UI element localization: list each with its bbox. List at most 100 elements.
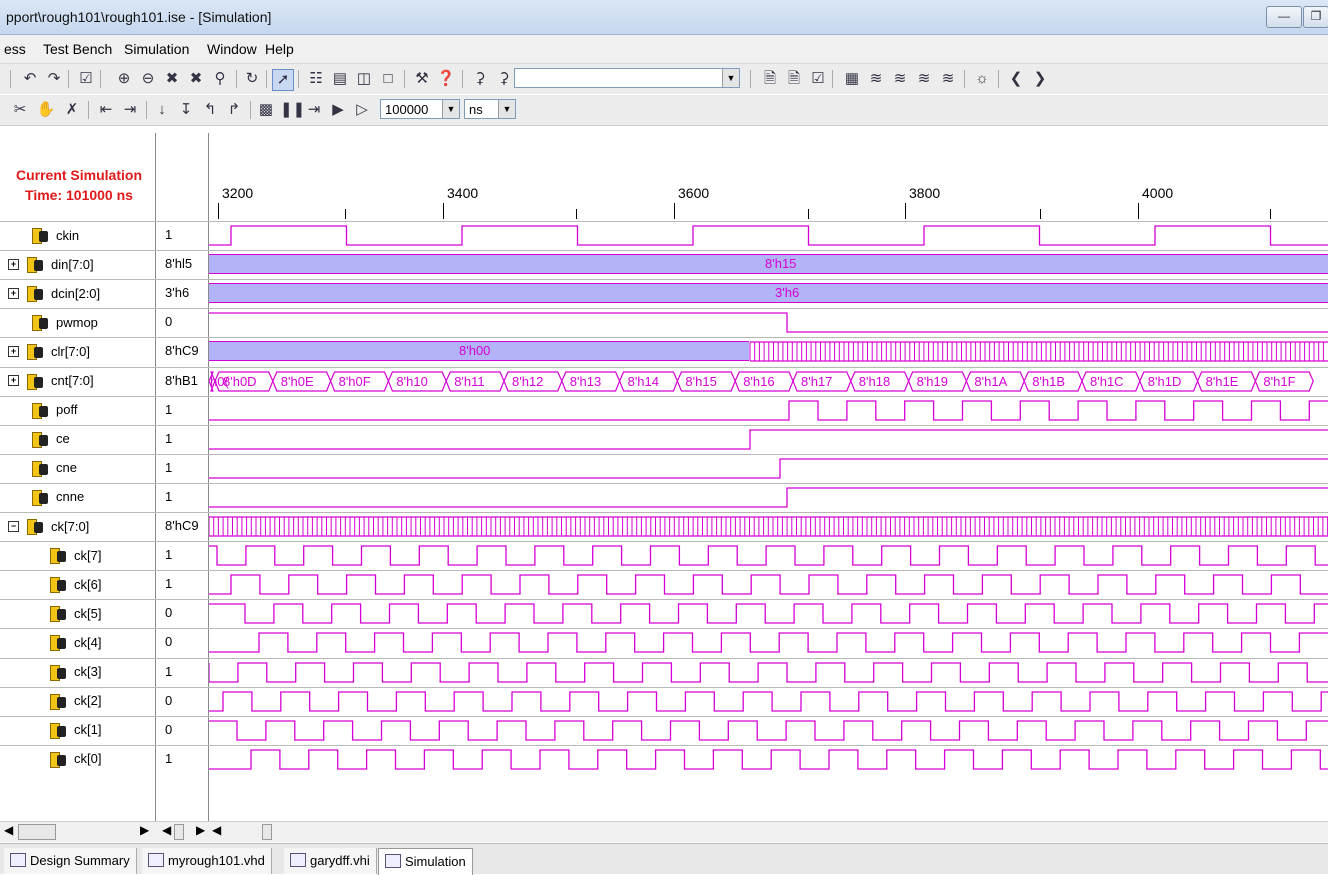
signal-wave[interactable]: h0(8'h0D 8'h0E 8'h0F 8'h10 8'h11 8'h12 8'h13 8'… [209, 367, 1328, 396]
signal-wave[interactable] [209, 628, 1328, 657]
menu-test-bench[interactable]: Test Bench [43, 41, 112, 57]
tab-myrough101[interactable]: myrough101.vhd [142, 848, 272, 874]
signal-name[interactable]: ck[3] [48, 664, 101, 681]
signal-name[interactable]: − ck[7:0] [8, 518, 89, 535]
run-all-icon[interactable]: ⇥ [304, 100, 324, 120]
signal-wave[interactable] [209, 308, 1328, 337]
signal-wave[interactable]: 8'h15 [209, 250, 1328, 279]
menu-process[interactable]: ess [4, 41, 26, 57]
signal-name[interactable]: + din[7:0] [8, 256, 94, 274]
scroll-right-icon[interactable]: ▶ [140, 823, 149, 837]
signal-name[interactable]: pwmop [30, 314, 98, 332]
signal-name[interactable]: cnne [30, 489, 84, 506]
signal-wave[interactable] [209, 512, 1328, 541]
forward-icon[interactable]: ❯ [1030, 69, 1050, 89]
collapse-icon[interactable]: − [8, 520, 19, 532]
restart-icon[interactable]: ▩ [256, 100, 276, 120]
list-icon[interactable]: ▤ [330, 69, 350, 89]
step-into-icon[interactable]: ↧ [176, 100, 196, 120]
signal-name[interactable]: ck[0] [48, 751, 101, 768]
scroll-left-2-icon[interactable]: ◀ [162, 823, 171, 837]
back-icon[interactable]: ❮ [1006, 69, 1026, 89]
undo-icon[interactable]: ↶ [20, 69, 40, 89]
signal-name[interactable]: poff [30, 402, 77, 419]
check-icon[interactable]: ☑ [76, 69, 96, 89]
chip-icon[interactable]: ▦ [842, 69, 862, 89]
chevron-down-icon[interactable]: ▼ [722, 69, 739, 87]
scrollbar-thumb-2[interactable] [174, 824, 184, 840]
zoom-full-icon[interactable]: ✖ [162, 69, 182, 89]
delete-icon[interactable]: ✗ [62, 100, 82, 120]
signal-row[interactable]: cne 1 [0, 453, 1328, 483]
signal-wave[interactable] [209, 483, 1328, 512]
signal-wave[interactable] [209, 454, 1328, 483]
signal-row[interactable]: pwmop 0 [0, 308, 1328, 337]
zoom-fit-icon[interactable]: ✖ [186, 69, 206, 89]
signal-name[interactable]: ck[6] [48, 576, 101, 594]
signal-name[interactable]: ck[1] [48, 722, 101, 739]
sim-time-unit-select[interactable]: ns ▼ [464, 99, 516, 119]
signal-row[interactable]: − ck[7:0] 8'hC9 [0, 512, 1328, 541]
signal-row[interactable]: ce 1 [0, 424, 1328, 454]
sim-time-input[interactable]: 100000 ▼ [380, 99, 460, 119]
scroll-left-icon[interactable]: ◀ [4, 823, 13, 837]
scroll-right-2-icon[interactable]: ▶ [196, 823, 205, 837]
help-icon[interactable]: ❓ [436, 69, 456, 89]
restore-button[interactable]: ❐ [1303, 6, 1328, 28]
signal-row[interactable]: poff 1 [0, 395, 1328, 425]
zoom-area-icon[interactable]: ⚲ [210, 69, 230, 89]
zoom-out-icon[interactable]: ⊖ [138, 69, 158, 89]
signal-name[interactable]: ce [30, 431, 70, 448]
menu-simulation[interactable]: Simulation [124, 41, 189, 57]
expand-icon[interactable]: + [8, 375, 19, 386]
cursor-tool-icon[interactable]: ➚ [272, 69, 294, 91]
search-combo[interactable]: ▼ [514, 68, 740, 88]
signal-wave[interactable] [209, 541, 1328, 570]
expand-icon[interactable]: + [8, 345, 19, 357]
scrollbar-thumb-3[interactable] [262, 824, 272, 840]
window-icon[interactable]: □ [378, 69, 398, 89]
wave-tool-3-icon[interactable]: ≋ [914, 69, 934, 89]
signal-wave[interactable]: 3'h6 [209, 279, 1328, 308]
signal-row[interactable]: + cnt[7:0] 8'hB1 h0(8'h0D 8'h0E 8'h0F 8'h10 8'h… [0, 366, 1328, 396]
signal-wave[interactable] [209, 716, 1328, 745]
step-over-icon[interactable]: ↱ [224, 100, 244, 120]
wave-tool-icon[interactable]: ≋ [866, 69, 886, 89]
expand-icon[interactable]: + [8, 258, 19, 270]
find-icon[interactable]: ⚳ [470, 69, 490, 89]
signal-row[interactable]: ck[5] 0 [0, 599, 1328, 628]
marker-next-icon[interactable]: ⇥ [120, 100, 140, 120]
lightbulb-icon[interactable]: ☼ [972, 69, 992, 89]
minimize-button[interactable]: — [1266, 6, 1302, 28]
check-syntax-icon[interactable]: ☑ [808, 69, 828, 89]
signal-row[interactable]: ck[3] 1 [0, 657, 1328, 687]
signal-row[interactable]: ck[7] 1 [0, 541, 1328, 570]
step-back-icon[interactable]: ↰ [200, 100, 220, 120]
signal-name[interactable]: + clr[7:0] [8, 343, 90, 361]
tab-garydff[interactable]: garydff.vhi [284, 848, 377, 874]
chevron-down-icon[interactable]: ▼ [498, 100, 515, 118]
signal-name[interactable]: ck[4] [48, 634, 101, 652]
signal-row[interactable]: ckin 1 [0, 221, 1328, 250]
step-icon[interactable]: ↓ [152, 100, 172, 120]
chevron-down-icon[interactable]: ▼ [442, 100, 459, 118]
signal-row[interactable]: + din[7:0] 8'hl5 8'h15 [0, 250, 1328, 279]
menu-help[interactable]: Help [265, 41, 294, 57]
signal-row[interactable]: + clr[7:0] 8'hC9 8'h00 [0, 337, 1328, 366]
signal-name[interactable]: ck[2] [48, 693, 101, 710]
signal-row[interactable]: + dcin[2:0] 3'h6 3'h6 [0, 279, 1328, 308]
tab-simulation[interactable]: Simulation [378, 848, 473, 875]
signal-name[interactable]: ck[7] [48, 547, 101, 565]
zoom-in-icon[interactable]: ⊕ [114, 69, 134, 89]
pause-icon[interactable]: ❚❚ [280, 100, 305, 120]
wave-tool-2-icon[interactable]: ≋ [890, 69, 910, 89]
scrollbar-thumb[interactable] [18, 824, 56, 840]
signal-row[interactable]: ck[6] 1 [0, 570, 1328, 599]
signal-wave[interactable]: 8'h00 [209, 337, 1328, 366]
hierarchy-icon[interactable]: ☷ [306, 69, 326, 89]
marker-prev-icon[interactable]: ⇤ [96, 100, 116, 120]
signal-wave[interactable] [209, 396, 1328, 425]
run-for-icon[interactable]: ▷ [352, 100, 372, 120]
signal-wave[interactable] [209, 221, 1328, 250]
scroll-left-3-icon[interactable]: ◀ [212, 823, 221, 837]
